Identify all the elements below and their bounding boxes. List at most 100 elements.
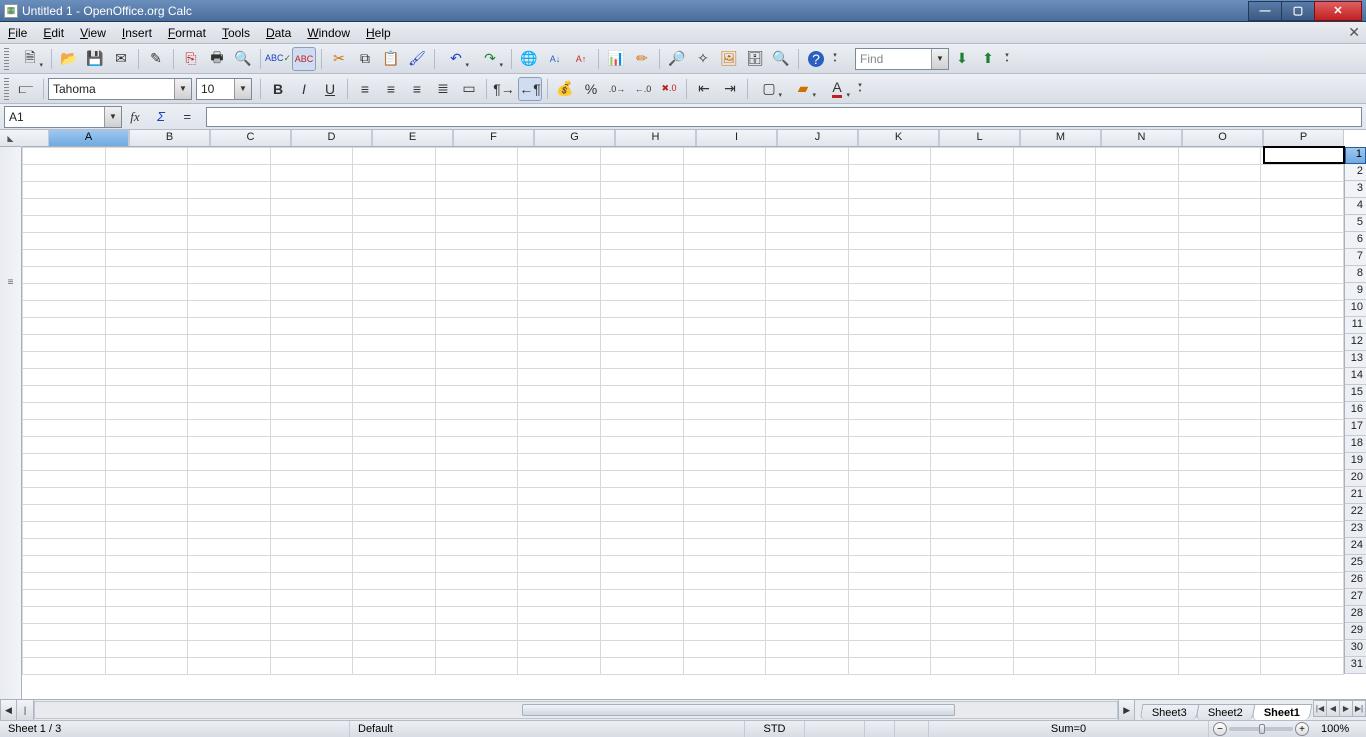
cell[interactable] xyxy=(518,522,601,539)
cell[interactable] xyxy=(1096,454,1179,471)
font-size-arrow-icon[interactable]: ▼ xyxy=(234,79,251,99)
cell[interactable] xyxy=(353,335,436,352)
cell[interactable] xyxy=(1261,658,1344,675)
cell[interactable] xyxy=(1013,250,1096,267)
cell[interactable] xyxy=(1178,352,1261,369)
row-header-25[interactable]: 25 xyxy=(1345,555,1366,572)
menu-window[interactable]: Window xyxy=(299,23,358,43)
cell[interactable] xyxy=(1178,301,1261,318)
cell[interactable] xyxy=(1261,318,1344,335)
cell[interactable] xyxy=(353,386,436,403)
cell[interactable] xyxy=(105,607,188,624)
cell[interactable] xyxy=(270,148,353,165)
cell[interactable] xyxy=(683,607,766,624)
cell[interactable] xyxy=(270,216,353,233)
cell[interactable] xyxy=(931,522,1014,539)
cell[interactable] xyxy=(1178,335,1261,352)
cell[interactable] xyxy=(188,624,271,641)
cell[interactable] xyxy=(766,641,849,658)
cell[interactable] xyxy=(1096,352,1179,369)
cell[interactable] xyxy=(188,403,271,420)
cell[interactable] xyxy=(600,556,683,573)
cell[interactable] xyxy=(931,573,1014,590)
cell[interactable] xyxy=(600,284,683,301)
cell[interactable] xyxy=(435,148,518,165)
cell[interactable] xyxy=(1013,437,1096,454)
hscroll-track[interactable] xyxy=(34,701,1118,719)
cell[interactable] xyxy=(1013,454,1096,471)
cell[interactable] xyxy=(766,216,849,233)
cell-reference-combo[interactable]: A1 ▼ xyxy=(4,106,122,128)
cell[interactable] xyxy=(1261,505,1344,522)
cell[interactable] xyxy=(1096,539,1179,556)
edit-file-button[interactable]: ✎ xyxy=(144,47,168,71)
bgcolor-button[interactable]: ▰ xyxy=(787,77,819,101)
cell[interactable] xyxy=(848,420,931,437)
cell[interactable] xyxy=(600,352,683,369)
cell[interactable] xyxy=(766,352,849,369)
cell[interactable] xyxy=(931,352,1014,369)
cell[interactable] xyxy=(600,199,683,216)
row-header-18[interactable]: 18 xyxy=(1345,436,1366,453)
cell[interactable] xyxy=(23,522,106,539)
italic-button[interactable]: I xyxy=(292,77,316,101)
cell[interactable] xyxy=(848,267,931,284)
cell[interactable] xyxy=(683,148,766,165)
row-header-15[interactable]: 15 xyxy=(1345,385,1366,402)
cell[interactable] xyxy=(683,284,766,301)
cell[interactable] xyxy=(435,233,518,250)
cell[interactable] xyxy=(518,199,601,216)
cell[interactable] xyxy=(270,182,353,199)
cell[interactable] xyxy=(518,165,601,182)
cell[interactable] xyxy=(683,233,766,250)
cell[interactable] xyxy=(23,539,106,556)
cell[interactable] xyxy=(1178,454,1261,471)
cell[interactable] xyxy=(1178,607,1261,624)
close-doc-icon[interactable]: ✕ xyxy=(1348,24,1360,41)
cell[interactable] xyxy=(270,199,353,216)
cell[interactable] xyxy=(683,471,766,488)
cell[interactable] xyxy=(931,250,1014,267)
column-header-D[interactable]: D xyxy=(291,130,372,146)
cell[interactable] xyxy=(188,488,271,505)
cell[interactable] xyxy=(270,590,353,607)
cell[interactable] xyxy=(1096,216,1179,233)
cell[interactable] xyxy=(105,352,188,369)
cell[interactable] xyxy=(23,624,106,641)
row-header-24[interactable]: 24 xyxy=(1345,538,1366,555)
format-paint-button[interactable]: 🖌 xyxy=(405,47,429,71)
cell[interactable] xyxy=(766,318,849,335)
cell[interactable] xyxy=(1178,182,1261,199)
cell[interactable] xyxy=(518,301,601,318)
cell[interactable] xyxy=(518,148,601,165)
cell[interactable] xyxy=(1013,658,1096,675)
row-header-3[interactable]: 3 xyxy=(1345,181,1366,198)
function-wizard-button[interactable]: fx xyxy=(124,107,146,127)
cell[interactable] xyxy=(766,148,849,165)
cell[interactable] xyxy=(270,318,353,335)
cell[interactable] xyxy=(23,471,106,488)
cell[interactable] xyxy=(23,335,106,352)
cell[interactable] xyxy=(931,216,1014,233)
cells[interactable] xyxy=(22,147,1344,699)
cell[interactable] xyxy=(848,216,931,233)
cell[interactable] xyxy=(683,420,766,437)
cell[interactable] xyxy=(1178,437,1261,454)
cell[interactable] xyxy=(270,335,353,352)
cell[interactable] xyxy=(766,335,849,352)
cell[interactable] xyxy=(270,250,353,267)
cell[interactable] xyxy=(1096,267,1179,284)
remove-decimal-button[interactable]: ←.0 xyxy=(631,77,655,101)
cell[interactable] xyxy=(683,352,766,369)
paste-button[interactable]: 📋 xyxy=(379,47,403,71)
datasources-button[interactable]: 🗄 xyxy=(743,47,767,71)
cell[interactable] xyxy=(931,539,1014,556)
cell[interactable] xyxy=(1261,556,1344,573)
cell[interactable] xyxy=(1178,624,1261,641)
row-header-10[interactable]: 10 xyxy=(1345,300,1366,317)
row-header-13[interactable]: 13 xyxy=(1345,351,1366,368)
increase-indent-button[interactable]: ⇥ xyxy=(718,77,742,101)
cell[interactable] xyxy=(683,556,766,573)
cell[interactable] xyxy=(1261,454,1344,471)
cell[interactable] xyxy=(270,471,353,488)
